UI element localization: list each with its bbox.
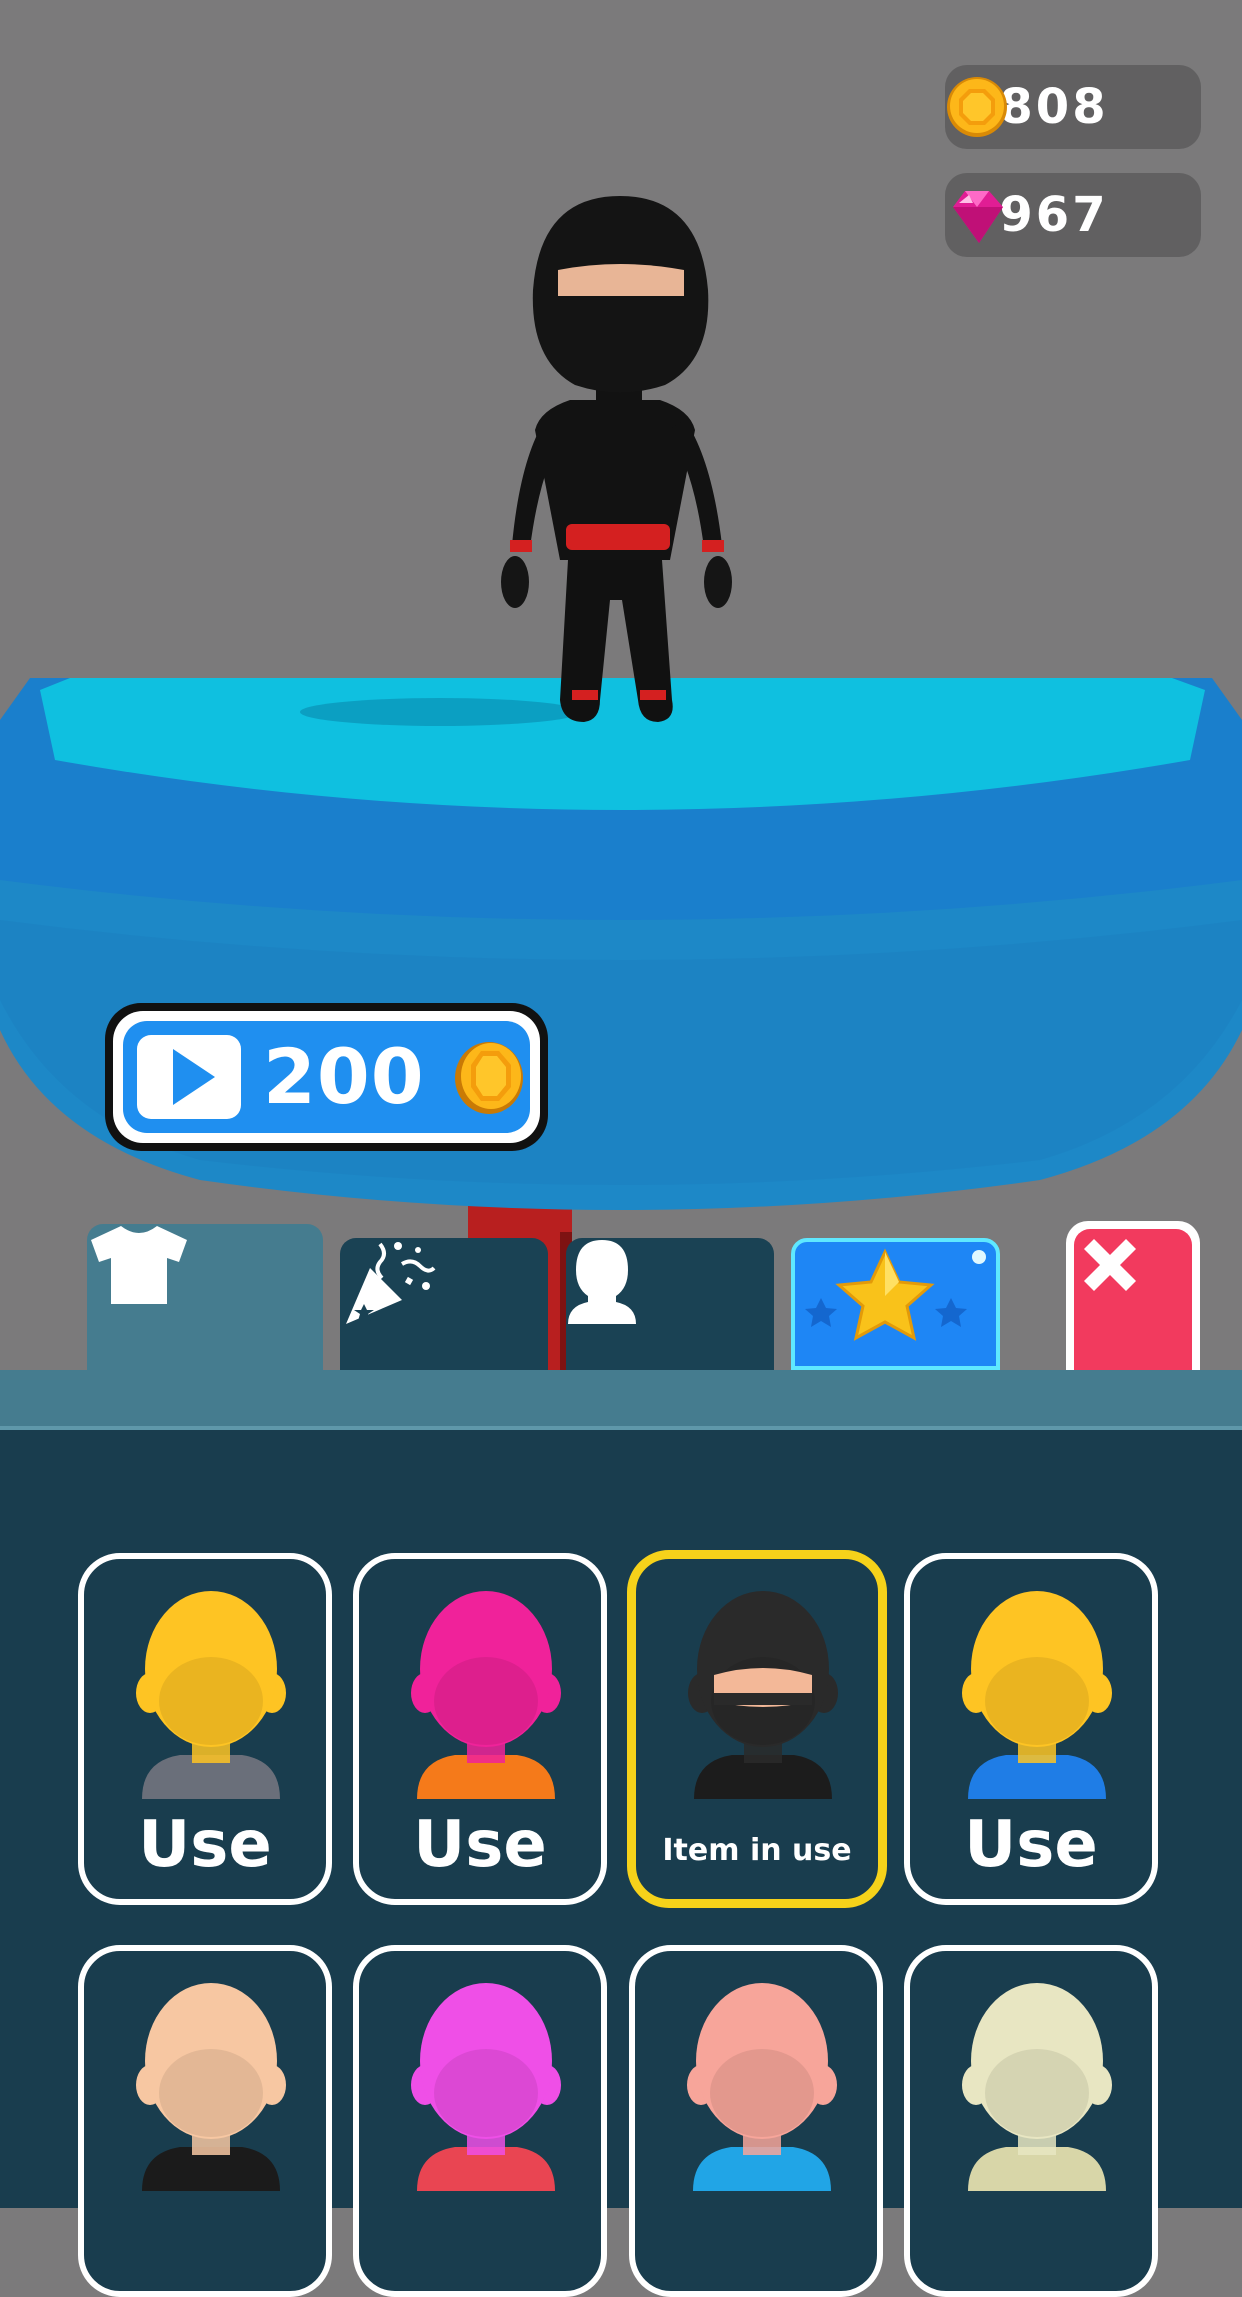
- skin-card[interactable]: Use: [78, 1553, 332, 1905]
- avatar-icon: [411, 1983, 561, 2191]
- video-reward-amount: 200: [263, 1032, 425, 1121]
- avatar-icon: [962, 1983, 1112, 2191]
- use-button-label: Use: [964, 1808, 1098, 1882]
- skin-card[interactable]: Use: [904, 1553, 1158, 1905]
- skin-card[interactable]: [629, 1945, 883, 2297]
- shirt-icon: [91, 1226, 187, 1304]
- skin-card[interactable]: Use: [353, 1553, 607, 1905]
- character-preview-scene: 2808 7967 200: [0, 0, 1242, 1373]
- watch-video-reward-button[interactable]: 200: [105, 1003, 548, 1151]
- tab-clothes[interactable]: [87, 1224, 323, 1370]
- gem-icon: [953, 191, 1003, 243]
- coin-icon: [947, 77, 1007, 137]
- skin-card[interactable]: [904, 1945, 1158, 2297]
- coin-icon: [455, 1042, 523, 1114]
- use-button-label: Use: [413, 1808, 547, 1882]
- play-icon: [137, 1035, 241, 1119]
- use-button-label: Use: [138, 1808, 272, 1882]
- skin-card[interactable]: [78, 1945, 332, 2297]
- gem-counter: 7967: [945, 173, 1201, 257]
- party-popper-icon: [346, 1242, 436, 1324]
- close-icon: [1084, 1239, 1136, 1291]
- star-icon: [805, 1248, 967, 1341]
- coin-counter: 2808: [945, 65, 1201, 149]
- tab-heads[interactable]: [566, 1238, 774, 1370]
- head-icon: [568, 1240, 636, 1324]
- avatar-icon: [962, 1591, 1112, 1799]
- skin-card[interactable]: [353, 1945, 607, 2297]
- avatar-icon: [411, 1591, 561, 1799]
- item-in-use-label: Item in use: [662, 1833, 852, 1868]
- tab-emotes[interactable]: [340, 1238, 548, 1370]
- ninja-character: [501, 196, 732, 722]
- avatar-icon: [688, 1591, 838, 1799]
- avatar-icon: [136, 1591, 286, 1799]
- avatar-icon: [687, 1983, 837, 2191]
- close-button[interactable]: [1066, 1221, 1200, 1373]
- avatar-icon: [136, 1983, 286, 2191]
- skin-card-selected[interactable]: Item in use: [627, 1550, 887, 1908]
- shop-panel-header: [0, 1370, 1242, 1430]
- tab-special[interactable]: [791, 1238, 1000, 1370]
